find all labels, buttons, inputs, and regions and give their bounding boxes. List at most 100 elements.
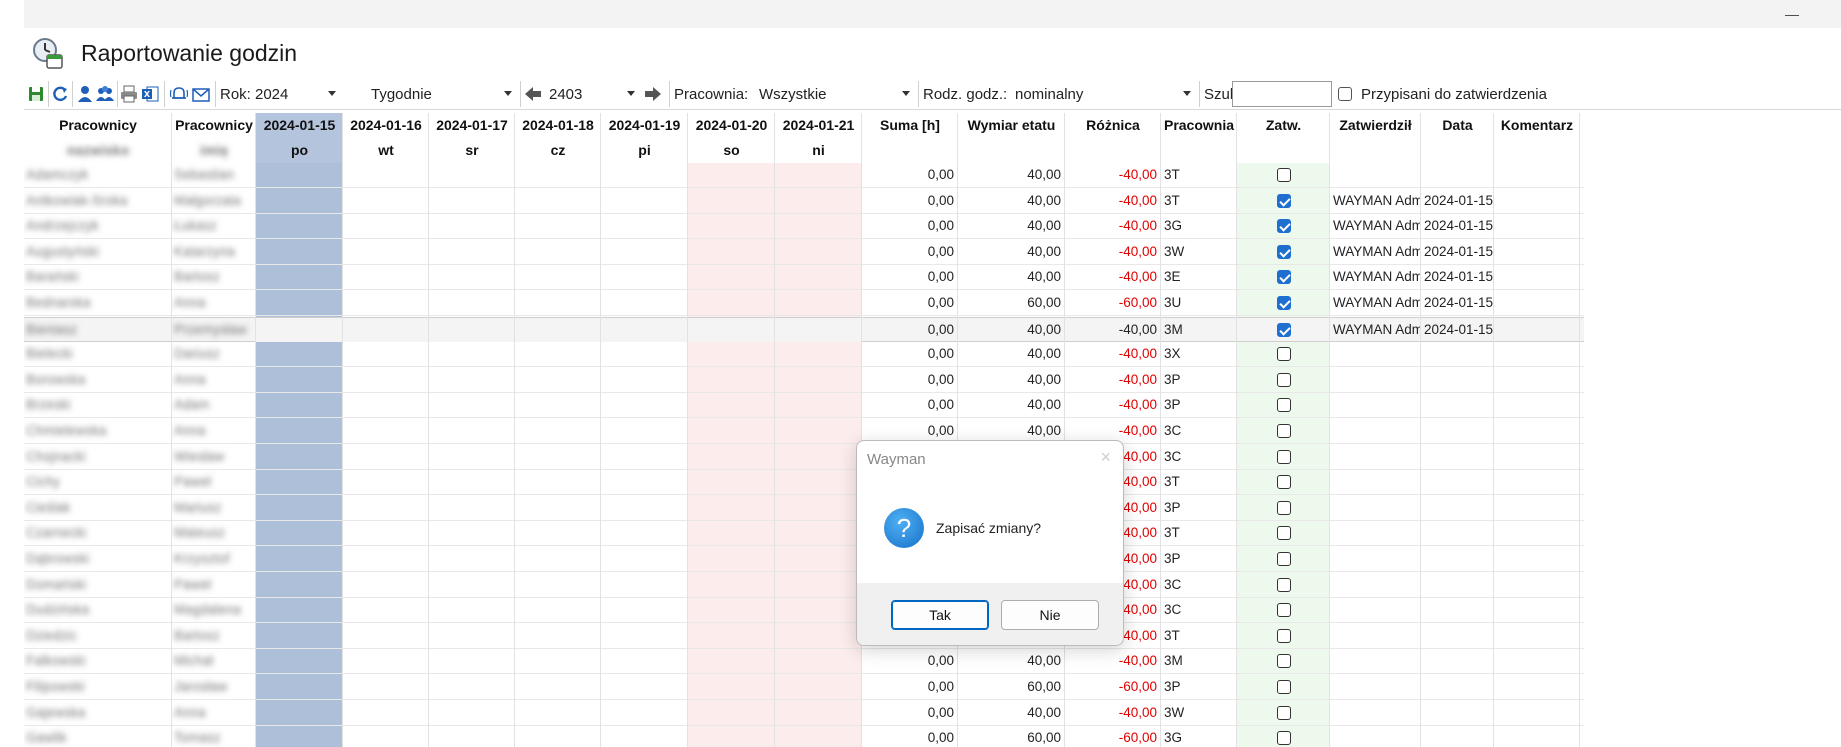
cell-day-4[interactable] (515, 470, 601, 494)
table-row[interactable]: DudzińskaMagdalena0,0040,00-40,003C (24, 598, 1584, 624)
cell-day-4[interactable] (515, 214, 601, 238)
cell-komentarz[interactable] (1494, 573, 1580, 597)
cell-komentarz[interactable] (1494, 496, 1580, 520)
cell-day-2[interactable] (343, 726, 429, 747)
table-row[interactable]: ChojnackiWiesław0,0040,00-40,003C (24, 445, 1584, 470)
cell-day-7[interactable] (775, 318, 862, 342)
cell-komentarz[interactable] (1494, 624, 1580, 648)
cell-day-4[interactable] (515, 163, 601, 187)
cell-day-1[interactable] (256, 291, 343, 315)
cell-day-6[interactable] (688, 624, 775, 648)
cell-komentarz[interactable] (1494, 240, 1580, 264)
hdr-pracownia[interactable]: Pracownia (1161, 113, 1237, 138)
approve-checkbox[interactable] (1276, 731, 1291, 746)
approve-checkbox[interactable] (1276, 168, 1291, 182)
cell-day-3[interactable] (429, 342, 515, 366)
cell-day-2[interactable] (343, 419, 429, 443)
cell-day-5[interactable] (601, 521, 688, 545)
cell-day-5[interactable] (601, 291, 688, 315)
cell-day-5[interactable] (601, 368, 688, 392)
cell-day-2[interactable] (343, 675, 429, 699)
cell-day-7[interactable] (775, 726, 862, 747)
table-row[interactable]: CichyPaweł0,0040,00-40,003T (24, 470, 1584, 496)
cell-day-2[interactable] (343, 547, 429, 571)
cell-day-6[interactable] (688, 265, 775, 289)
table-row[interactable]: DziedzicBartosz0,0040,00-40,003T (24, 624, 1584, 649)
przypisani-checkbox[interactable] (1338, 82, 1352, 106)
cell-day-5[interactable] (601, 393, 688, 417)
approve-checkbox[interactable] (1276, 347, 1291, 362)
cell-zatw[interactable] (1237, 470, 1330, 494)
hdr-day-3[interactable]: 2024-01-17 (429, 113, 515, 138)
cell-day-4[interactable] (515, 265, 601, 289)
cell-day-1[interactable] (256, 189, 343, 213)
cell-day-7[interactable] (775, 675, 862, 699)
cell-day-2[interactable] (343, 189, 429, 213)
cell-day-6[interactable] (688, 163, 775, 187)
approve-checkbox[interactable] (1276, 424, 1291, 438)
table-row[interactable]: Chmielewska Anna 0,00 40,00 -40,00 3C (24, 419, 1584, 444)
cell-day-6[interactable] (688, 393, 775, 417)
cell-day-5[interactable] (601, 445, 688, 469)
approve-checkbox[interactable] (1276, 296, 1291, 310)
cell-day-1[interactable] (256, 240, 343, 264)
cell-day-5[interactable] (601, 496, 688, 520)
cell-day-5[interactable] (601, 163, 688, 187)
approve-checkbox[interactable] (1276, 244, 1291, 259)
cell-day-1[interactable] (256, 496, 343, 520)
table-row[interactable]: Adamczyk Sebastian 0,00 40,00 -40,00 3T (24, 163, 1584, 188)
cell-day-3[interactable] (429, 649, 515, 673)
cell-day-1[interactable] (256, 573, 343, 597)
cell-day-3[interactable] (429, 368, 515, 392)
cell-day-7[interactable] (775, 265, 862, 289)
cell-day-5[interactable] (601, 470, 688, 494)
cell-day-4[interactable] (515, 189, 601, 213)
cell-day-6[interactable] (688, 214, 775, 238)
cell-day-6[interactable] (688, 240, 775, 264)
hdr-roznica[interactable]: Różnica (1065, 113, 1161, 138)
cell-day-7[interactable] (775, 342, 862, 366)
cell-day-1[interactable] (256, 163, 343, 187)
cell-day-4[interactable] (515, 521, 601, 545)
cell-komentarz[interactable] (1494, 342, 1580, 366)
cell-day-2[interactable] (343, 163, 429, 187)
cell-day-2[interactable] (343, 368, 429, 392)
cell-day-2[interactable] (343, 496, 429, 520)
cell-day-1[interactable] (256, 419, 343, 443)
cell-day-1[interactable] (256, 368, 343, 392)
cell-day-4[interactable] (515, 726, 601, 747)
cell-day-5[interactable] (601, 573, 688, 597)
cell-day-7[interactable] (775, 214, 862, 238)
cell-day-1[interactable] (256, 265, 343, 289)
excel-button[interactable]: X (140, 82, 160, 106)
minimize-button[interactable]: — (1783, 6, 1801, 22)
cell-day-2[interactable] (343, 318, 429, 342)
table-row[interactable]: Falkowski Michał 0,00 40,00 -40,00 3M (24, 649, 1584, 675)
cell-day-2[interactable] (343, 291, 429, 315)
table-row[interactable]: DomańskiPaweł0,0040,00-40,003C (24, 573, 1584, 598)
cell-day-5[interactable] (601, 189, 688, 213)
cell-day-7[interactable] (775, 496, 862, 520)
hdr-day-6[interactable]: 2024-01-20 (688, 113, 775, 138)
mail-button[interactable] (191, 82, 211, 106)
cell-day-3[interactable] (429, 701, 515, 725)
table-row[interactable]: Borowska Anna 0,00 40,00 -40,00 3P (24, 368, 1584, 393)
cell-day-4[interactable] (515, 368, 601, 392)
cell-day-5[interactable] (601, 649, 688, 673)
cell-zatw[interactable] (1237, 573, 1330, 597)
cell-day-2[interactable] (343, 240, 429, 264)
cell-day-1[interactable] (256, 726, 343, 747)
cell-day-5[interactable] (601, 265, 688, 289)
cell-day-6[interactable] (688, 368, 775, 392)
table-row[interactable]: Brzeski Adam 0,00 40,00 -40,00 3P (24, 393, 1584, 419)
hdr-wymiar[interactable]: Wymiar etatu (958, 113, 1065, 138)
approve-checkbox[interactable] (1276, 654, 1291, 669)
table-row[interactable]: Bednarska Anna 0,00 60,00 -60,00 3U WAYMAN Adm… (24, 291, 1584, 316)
cell-day-6[interactable] (688, 419, 775, 443)
hdr-suma[interactable]: Suma [h] (862, 113, 958, 138)
table-row[interactable]: Andrzejczyk Łukasz 0,00 40,00 -40,00 3G WAYMAN… (24, 214, 1584, 240)
hdr-day-5[interactable]: 2024-01-19 (601, 113, 688, 138)
cell-day-3[interactable] (429, 496, 515, 520)
cell-day-2[interactable] (343, 393, 429, 417)
cell-day-6[interactable] (688, 598, 775, 622)
